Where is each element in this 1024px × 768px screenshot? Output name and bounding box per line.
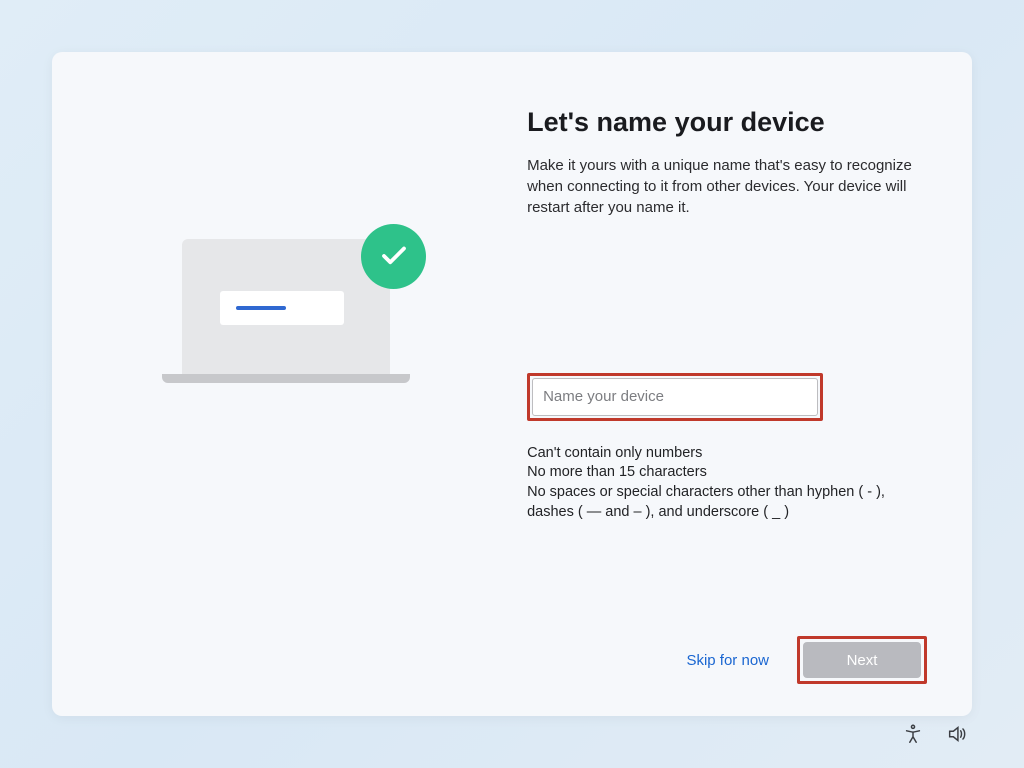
setup-card: Let's name your device Make it yours wit… [52,52,972,716]
illustration-pane [97,107,487,636]
volume-icon[interactable] [946,723,968,750]
skip-link[interactable]: Skip for now [680,642,775,679]
footer-buttons: Skip for now Next [97,636,927,686]
page-subtitle: Make it yours with a unique name that's … [527,156,917,219]
page-title: Let's name your device [527,107,917,138]
input-highlight-box [527,373,823,421]
next-button[interactable]: Next [803,642,921,678]
rule-max-length: No more than 15 characters [527,463,917,483]
rule-special-chars: No spaces or special characters other th… [527,483,917,522]
laptop-base-graphic [162,374,410,383]
device-name-block: Can't contain only numbers No more than … [527,373,917,523]
content-area: Let's name your device Make it yours wit… [97,107,927,636]
check-icon [361,224,426,289]
next-highlight-box: Next [797,636,927,684]
rule-numbers-only: Can't contain only numbers [527,444,917,464]
device-name-input[interactable] [532,378,818,416]
laptop-field-graphic [220,291,344,325]
accessibility-icon[interactable] [902,723,924,750]
naming-rules: Can't contain only numbers No more than … [527,444,917,523]
system-tray [902,723,968,750]
device-illustration [162,232,422,412]
laptop-screen-graphic [182,239,390,374]
field-line-graphic [236,306,286,310]
form-pane: Let's name your device Make it yours wit… [527,107,927,636]
